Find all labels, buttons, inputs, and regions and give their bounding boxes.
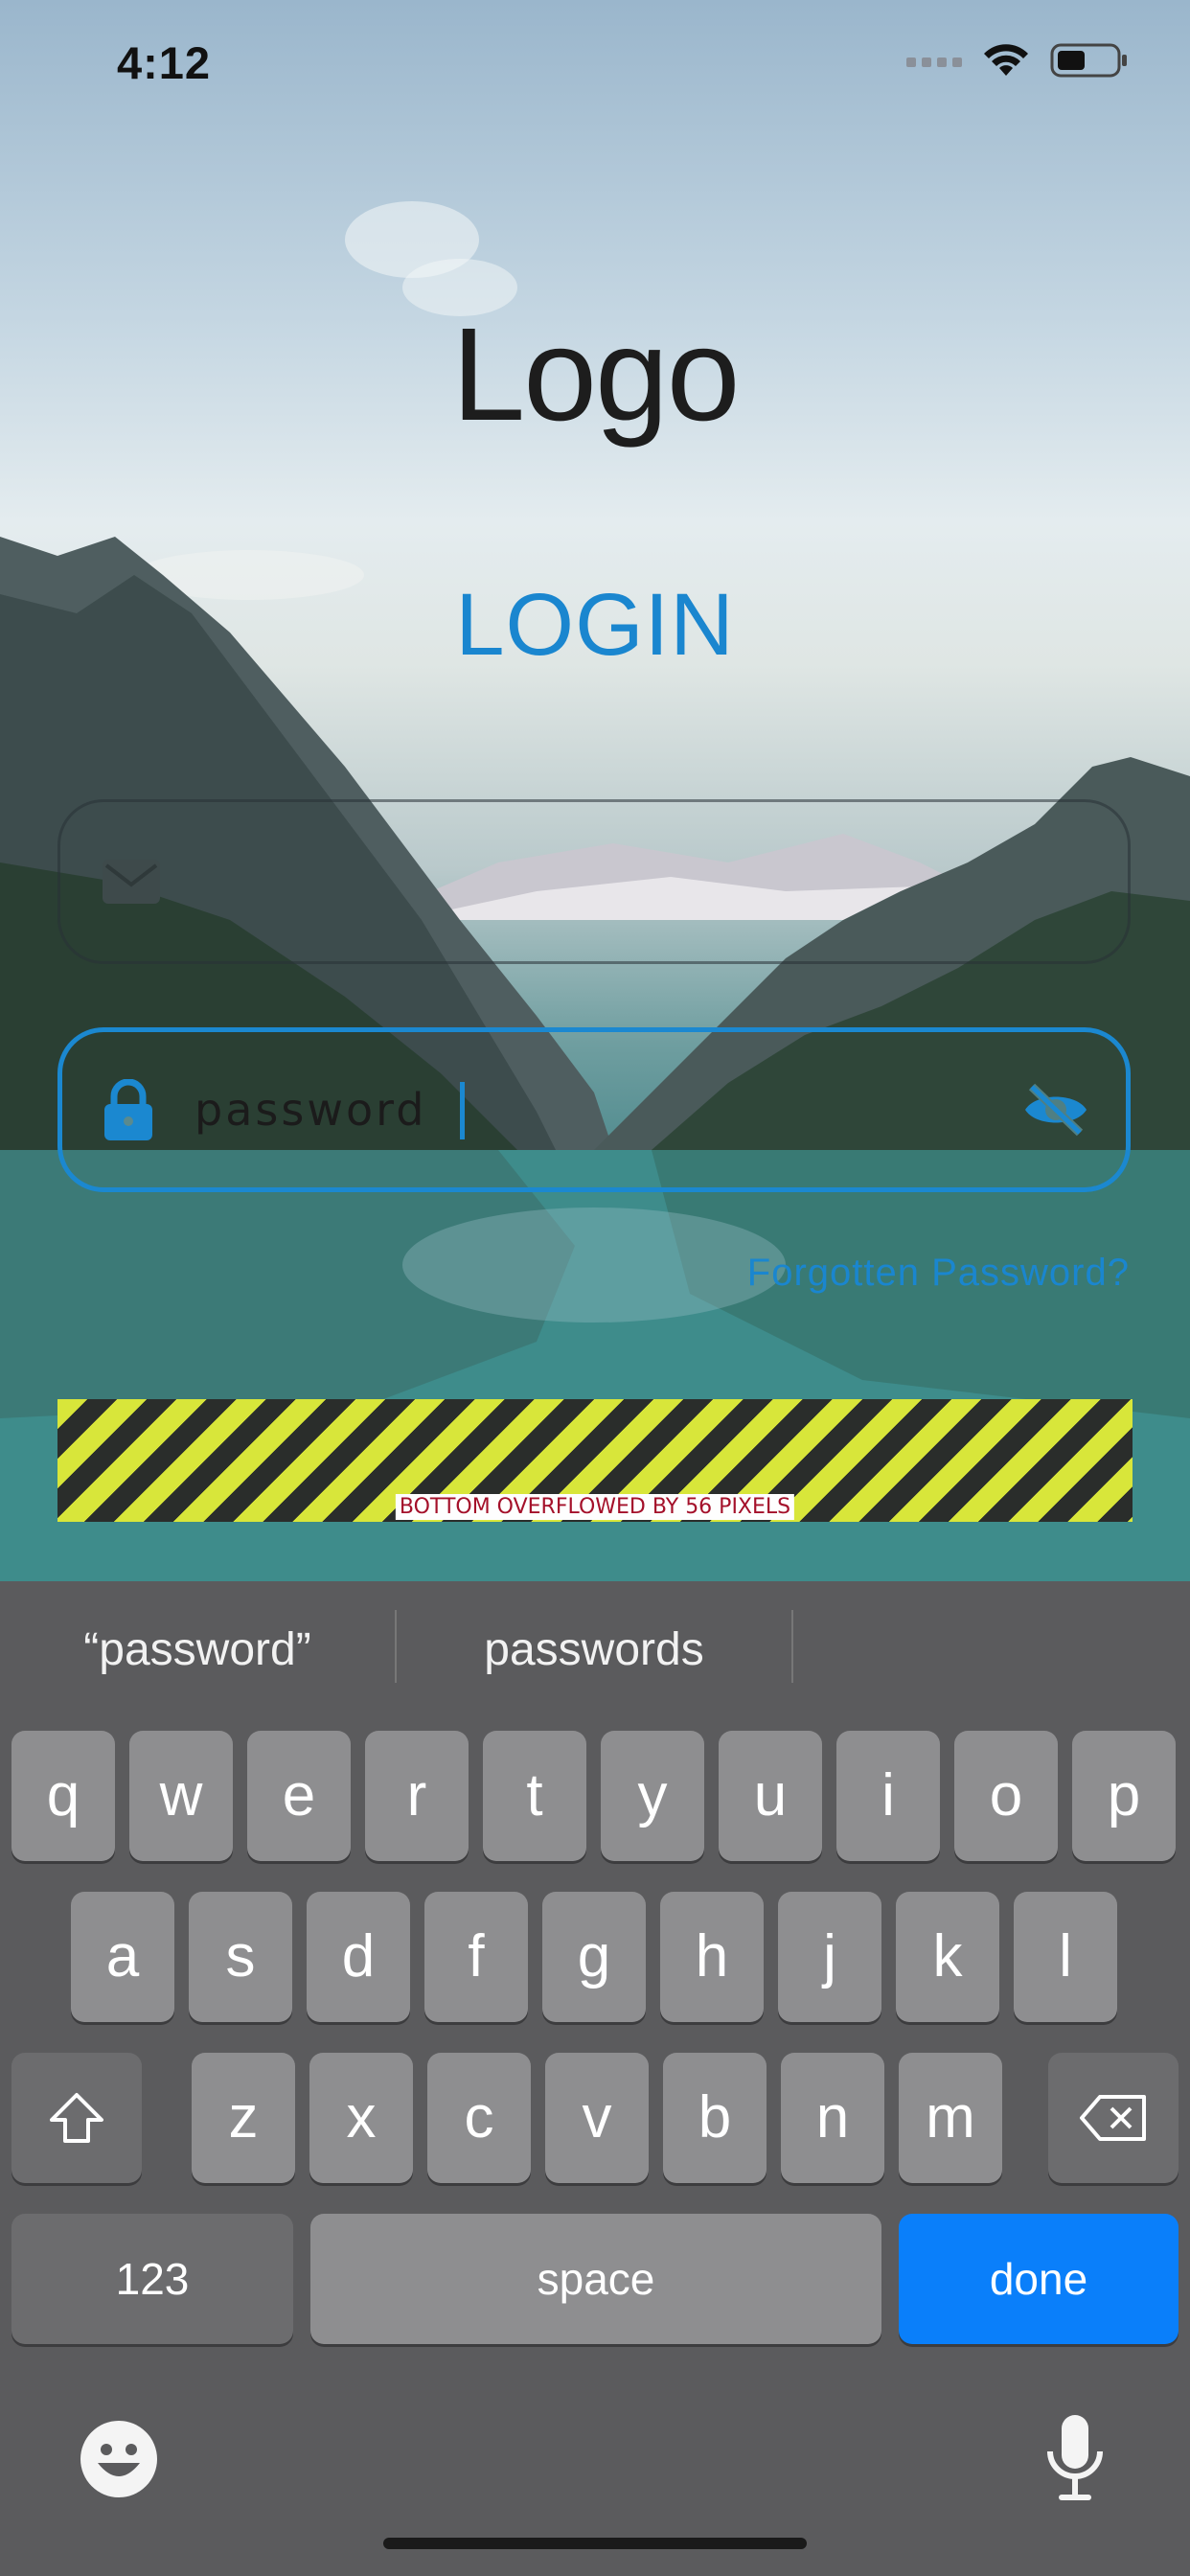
status-icons [906,42,1129,79]
key-y-label: y [637,1762,668,1828]
delete-icon [1080,2095,1146,2141]
key-d-label: d [341,1923,376,1990]
suggestion-bar: “password” passwords [0,1581,1190,1725]
key-a-label: a [105,1923,140,1990]
key-r[interactable]: r [365,1731,469,1861]
suggestion-item[interactable]: passwords [397,1623,791,1676]
key-j-label: j [823,1923,836,1990]
delete-key[interactable] [1048,2053,1179,2183]
key-x-label: x [346,2084,377,2150]
key-p-label: p [1107,1762,1141,1828]
key-i[interactable]: i [836,1731,940,1861]
key-v-label: v [582,2084,612,2150]
key-z-label: z [228,2084,259,2150]
key-k[interactable]: k [896,1892,999,2022]
lock-icon [104,1079,152,1140]
key-r-label: r [406,1762,427,1828]
key-o[interactable]: o [954,1731,1058,1861]
suggestion-item[interactable]: “password” [0,1623,395,1676]
email-input[interactable] [193,855,963,908]
space-key[interactable]: space [310,2214,881,2344]
key-s[interactable]: s [189,1892,292,2022]
key-n-label: n [815,2084,850,2150]
key-d[interactable]: d [307,1892,410,2022]
key-j[interactable]: j [778,1892,881,2022]
key-b[interactable]: b [663,2053,767,2183]
forgot-password-link[interactable]: Forgotten Password? [747,1252,1130,1295]
numbers-key[interactable]: 123 [11,2214,293,2344]
key-e[interactable]: e [247,1731,351,1861]
key-c[interactable]: c [427,2053,531,2183]
done-key-label: done [989,2254,1088,2304]
numbers-key-label: 123 [115,2254,190,2304]
wifi-icon [984,44,1028,76]
key-b-label: b [698,2084,732,2150]
key-u[interactable]: u [719,1731,822,1861]
key-a[interactable]: a [71,1892,174,2022]
battery-icon [1050,43,1127,78]
microphone-icon[interactable] [1044,2413,1106,2505]
key-h[interactable]: h [660,1892,764,2022]
keyboard: “password” passwords q w e r t y u i o p a s d f g h j k l… [0,1581,1190,2576]
cellular-icon [906,58,962,67]
password-field[interactable]: password [57,1027,1131,1192]
overflow-warning-label: BOTTOM OVERFLOWED BY 56 PIXELS [395,1494,795,1520]
key-l-label: l [1059,1923,1072,1990]
home-indicator [383,2538,807,2549]
key-w[interactable]: w [129,1731,233,1861]
key-f[interactable]: f [424,1892,528,2022]
key-m-label: m [926,2084,975,2150]
emoji-icon[interactable] [79,2419,159,2499]
key-q-label: q [46,1762,80,1828]
key-t-label: t [526,1762,543,1828]
key-q[interactable]: q [11,1731,115,1861]
text-cursor [460,1082,465,1139]
email-field[interactable] [57,799,1131,964]
key-h-label: h [695,1923,729,1990]
key-p[interactable]: p [1072,1731,1176,1861]
key-y[interactable]: y [601,1731,704,1861]
key-i-label: i [881,1762,895,1828]
key-l[interactable]: l [1014,1892,1117,2022]
envelope-icon [103,860,160,904]
key-m[interactable]: m [899,2053,1002,2183]
shift-icon [50,2093,103,2143]
key-w-label: w [159,1762,203,1828]
space-key-label: space [537,2254,655,2304]
key-g[interactable]: g [542,1892,646,2022]
key-s-label: s [225,1923,256,1990]
key-o-label: o [989,1762,1023,1828]
key-z[interactable]: z [192,2053,295,2183]
page-title: LOGIN [455,576,735,674]
background-landscape [0,0,1190,1581]
key-n[interactable]: n [781,2053,884,2183]
key-c-label: c [464,2084,494,2150]
app-logo: Logo [451,301,741,448]
key-u-label: u [753,1762,788,1828]
done-key[interactable]: done [899,2214,1179,2344]
key-g-label: g [577,1923,611,1990]
login-screen: 4:12 Logo LOGIN password Forgotten Passw… [0,0,1190,2576]
key-f-label: f [468,1923,485,1990]
key-e-label: e [282,1762,316,1828]
key-v[interactable]: v [545,2053,649,2183]
overflow-warning: BOTTOM OVERFLOWED BY 56 PIXELS [57,1399,1133,1522]
status-time: 4:12 [117,37,212,88]
key-x[interactable]: x [309,2053,413,2183]
password-input[interactable]: password [195,1084,961,1136]
eye-slash-icon[interactable] [1022,1083,1089,1137]
shift-key[interactable] [11,2053,142,2183]
suggestion-divider [791,1610,793,1683]
key-k-label: k [932,1923,963,1990]
key-t[interactable]: t [483,1731,586,1861]
